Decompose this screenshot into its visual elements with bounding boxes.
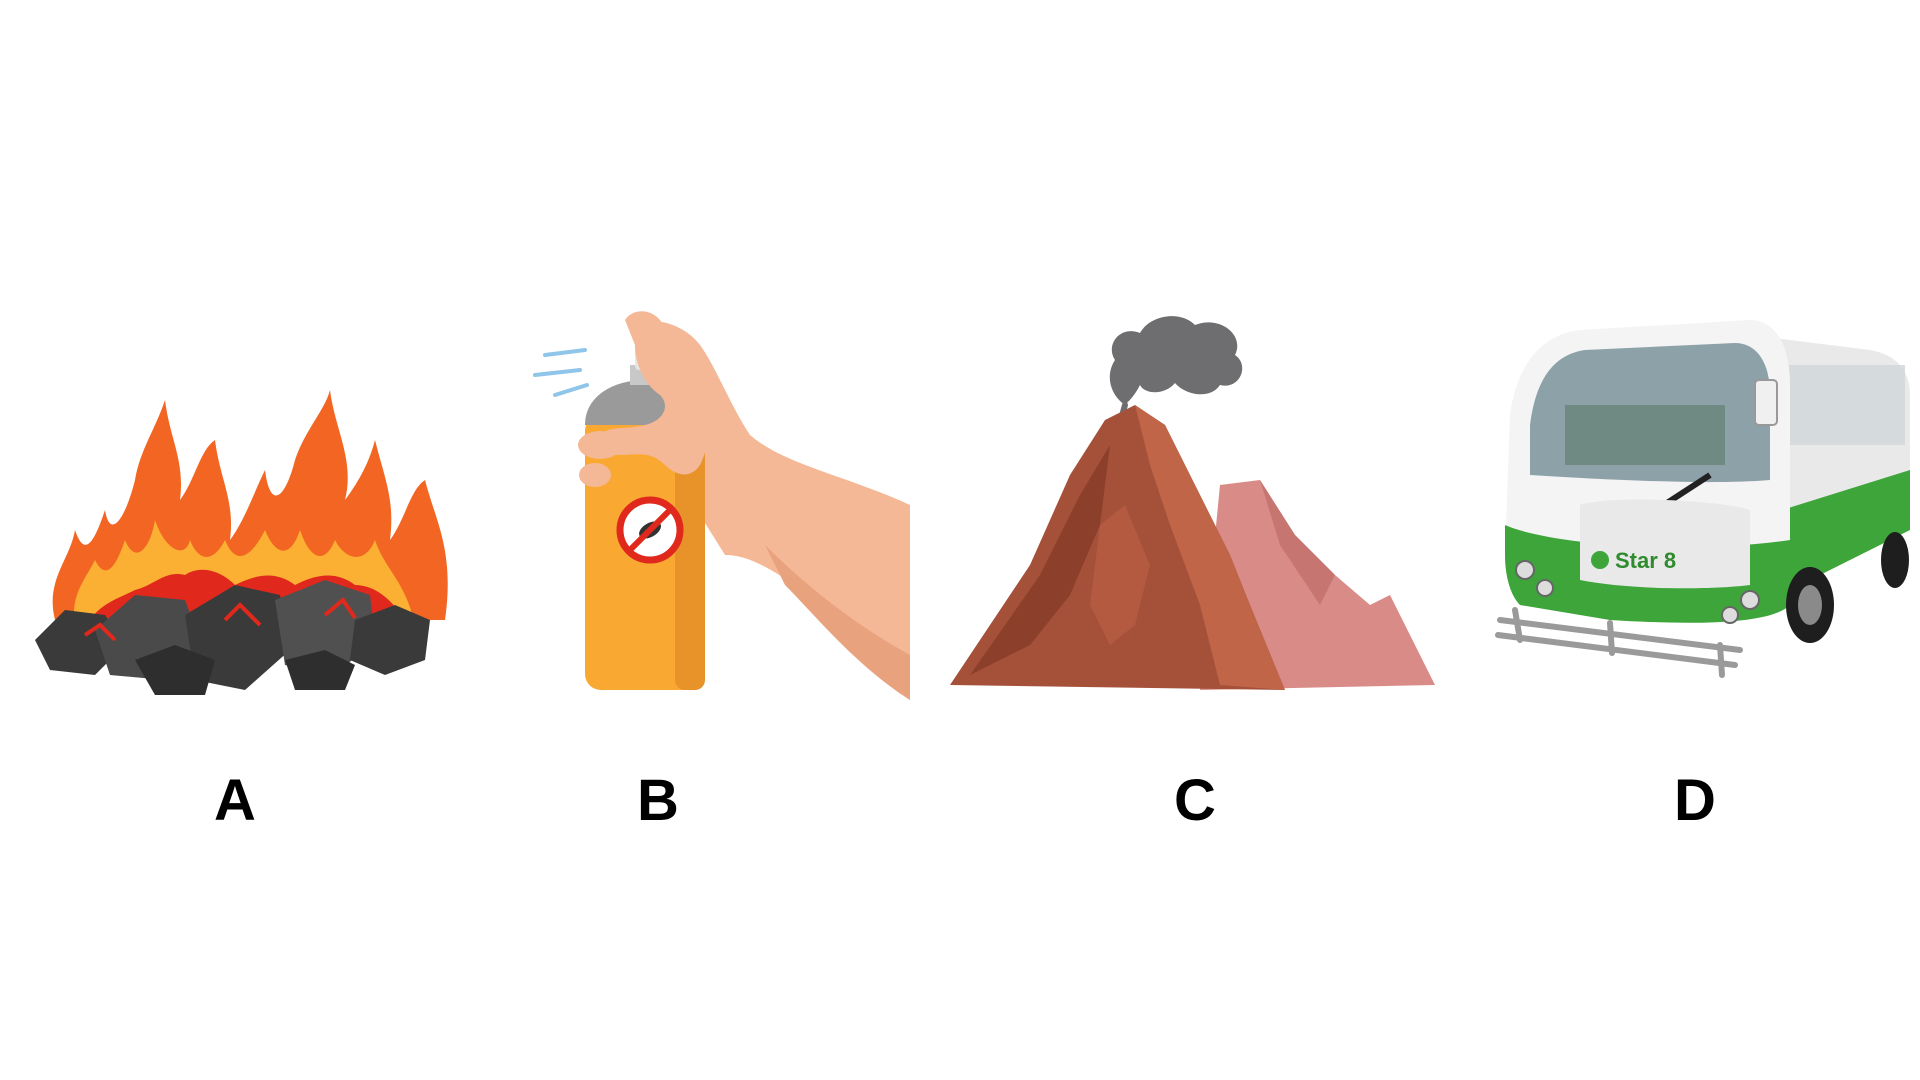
option-c-label: C <box>1174 768 1216 833</box>
side-mirror <box>1754 379 1778 426</box>
option-b-label: B <box>637 768 679 833</box>
thumb <box>578 431 622 459</box>
option-a-label: A <box>214 768 256 833</box>
wheel <box>1881 532 1909 588</box>
option-d-image[interactable]: Star 8 <box>1490 305 1915 700</box>
option-b-image[interactable] <box>525 305 910 700</box>
headlight <box>1740 590 1760 610</box>
headlight <box>1515 560 1535 580</box>
bus-brand-text: Star 8 <box>1615 548 1676 573</box>
volcano-illustration <box>950 316 1435 690</box>
finger <box>579 463 611 487</box>
option-d-label: D <box>1674 768 1716 833</box>
bus-illustration: Star 8 <box>1495 320 1910 678</box>
star-logo-icon <box>1591 551 1609 569</box>
smoke <box>1109 316 1243 405</box>
headlight <box>1536 579 1554 597</box>
option-c-image[interactable] <box>950 305 1440 700</box>
option-a-image[interactable] <box>25 390 495 700</box>
coal-fire-illustration <box>35 390 448 695</box>
headlight <box>1721 606 1739 624</box>
spray-mist <box>533 348 589 397</box>
spray-can-illustration <box>533 311 910 700</box>
